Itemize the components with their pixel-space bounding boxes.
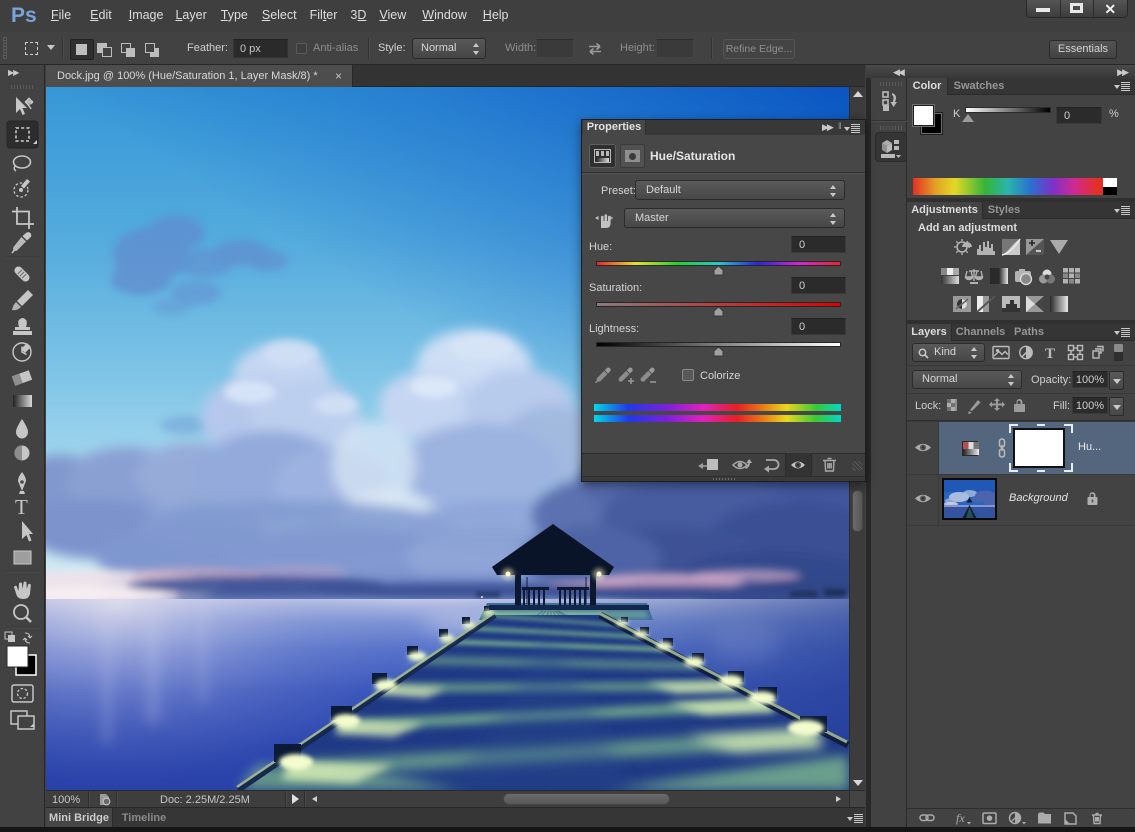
svg-text:fx: fx (956, 811, 965, 825)
svg-text:T: T (15, 495, 28, 519)
svg-text:T: T (1045, 346, 1055, 362)
